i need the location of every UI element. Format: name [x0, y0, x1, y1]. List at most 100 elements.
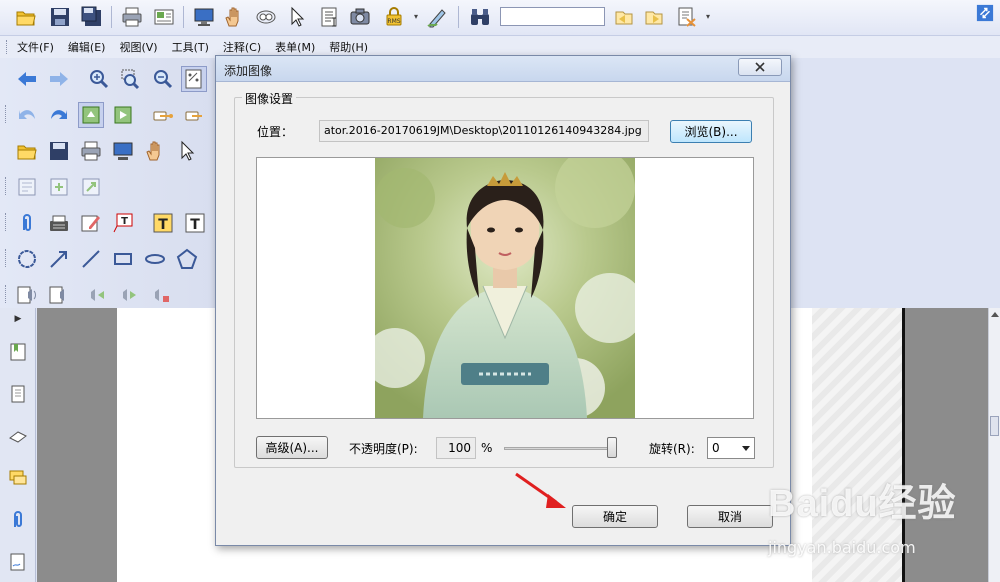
zoom-out-icon[interactable]	[150, 66, 176, 92]
polygon-icon[interactable]	[174, 246, 200, 272]
zoom-in-icon[interactable]	[86, 66, 112, 92]
first-page-icon[interactable]	[78, 102, 104, 128]
baidu-watermark: Baidu经验 jingyan.baidu.com	[768, 472, 996, 562]
back-arrow-icon[interactable]	[14, 66, 40, 92]
cancel-button[interactable]: 取消	[687, 505, 773, 528]
opacity-slider-track[interactable]	[504, 447, 617, 450]
signatures-panel-icon[interactable]	[6, 550, 30, 574]
select-arrow-icon[interactable]	[285, 5, 309, 29]
menu-help[interactable]: 帮助(H)	[329, 39, 368, 55]
print-icon[interactable]	[120, 5, 144, 29]
audio-record-icon[interactable]	[148, 282, 174, 308]
monitor-small-icon[interactable]	[110, 138, 136, 164]
open-folder-small-icon[interactable]	[14, 138, 40, 164]
menu-tools[interactable]: 工具(T)	[172, 39, 209, 55]
watermark-logo: Baidu经验	[768, 483, 957, 525]
attachment-clip-icon[interactable]	[14, 210, 40, 236]
email-icon[interactable]	[152, 5, 176, 29]
menu-view[interactable]: 视图(V)	[119, 39, 157, 55]
audio-play-icon[interactable]	[14, 282, 40, 308]
text-tool-icon[interactable]: T	[182, 210, 208, 236]
audio-previous-icon[interactable]	[84, 282, 110, 308]
svg-text:T: T	[158, 217, 168, 233]
bookmarks-panel-icon[interactable]	[6, 340, 30, 364]
camera-icon[interactable]	[348, 5, 372, 29]
link-settings-icon[interactable]	[182, 102, 208, 128]
link-icon[interactable]	[150, 102, 176, 128]
print-small-icon[interactable]	[78, 138, 104, 164]
typewriter-icon[interactable]	[46, 210, 72, 236]
hand-small-icon[interactable]	[142, 138, 168, 164]
browse-button[interactable]: 浏览(B)...	[670, 120, 752, 143]
note-pen-icon[interactable]	[78, 210, 104, 236]
find-previous-icon[interactable]	[612, 5, 636, 29]
hand-tool-icon[interactable]	[222, 5, 246, 29]
zoom-marquee-icon[interactable]	[118, 66, 144, 92]
rms-lock-icon[interactable]: RMS	[382, 5, 406, 29]
toolbar-separator	[111, 6, 112, 28]
snapshot-icon[interactable]	[254, 5, 278, 29]
location-field[interactable]: ator.2016-20170619JM\Desktop\20110126140…	[319, 120, 649, 142]
palette-row-shapes	[0, 240, 217, 276]
monitor-icon[interactable]	[192, 5, 216, 29]
watermark-url: jingyan.baidu.com	[768, 538, 916, 557]
annotation-arrow-icon	[515, 472, 566, 508]
dialog-titlebar[interactable]: 添加图像	[216, 56, 790, 82]
image-settings-label: 图像设置	[242, 90, 297, 107]
page-crop-icon[interactable]	[14, 174, 40, 200]
arrow-line-icon[interactable]	[46, 246, 72, 272]
export-document-icon[interactable]	[675, 5, 699, 29]
dialog-close-button[interactable]	[738, 58, 782, 76]
layers-panel-icon[interactable]	[6, 424, 30, 448]
line-icon[interactable]	[78, 246, 104, 272]
rms-dropdown-caret[interactable]: ▾	[414, 12, 418, 21]
close-icon	[755, 62, 765, 72]
expand-panel-icon[interactable]: ▶	[8, 312, 28, 326]
menu-forms[interactable]: 表单(M)	[275, 39, 315, 55]
find-next-icon[interactable]	[642, 5, 666, 29]
undo-icon[interactable]	[14, 102, 40, 128]
comments-panel-icon[interactable]	[6, 466, 30, 490]
save-icon[interactable]	[48, 5, 72, 29]
open-folder-icon[interactable]	[14, 5, 38, 29]
opacity-slider-thumb[interactable]	[607, 437, 617, 458]
play-icon[interactable]	[110, 102, 136, 128]
page-extract-icon[interactable]	[78, 174, 104, 200]
textbox-callout-icon[interactable]: T	[110, 210, 136, 236]
palette-row-pages	[0, 168, 217, 204]
rectangle-icon[interactable]	[110, 246, 136, 272]
image-preview	[256, 157, 754, 419]
save-as-icon[interactable]	[80, 5, 104, 29]
page-insert-icon[interactable]	[46, 174, 72, 200]
audio-stop-icon[interactable]	[46, 282, 72, 308]
menu-edit[interactable]: 编辑(E)	[68, 39, 106, 55]
ok-button[interactable]: 确定	[572, 505, 658, 528]
redo-icon[interactable]	[46, 102, 72, 128]
attachments-panel-icon[interactable]	[6, 508, 30, 532]
find-input[interactable]	[500, 7, 605, 26]
menu-comments[interactable]: 注释(C)	[223, 39, 261, 55]
save-small-icon[interactable]	[46, 138, 72, 164]
palette-row-edit	[0, 96, 217, 132]
scroll-up-arrow[interactable]	[991, 312, 999, 317]
select-small-icon[interactable]	[174, 138, 200, 164]
sign-pen-icon[interactable]	[425, 5, 449, 29]
text-tool-highlight-icon[interactable]: T	[150, 210, 176, 236]
export-dropdown-caret[interactable]: ▾	[706, 12, 710, 21]
main-toolbar: RMS ▾ ▾	[0, 0, 1000, 36]
scrollbar-thumb[interactable]	[990, 416, 999, 436]
menu-file[interactable]: 文件(F)	[17, 39, 54, 55]
polygon-circle-icon[interactable]	[14, 246, 40, 272]
restore-window-icon[interactable]	[974, 3, 996, 23]
audio-next-icon[interactable]	[116, 282, 142, 308]
pages-panel-icon[interactable]	[6, 382, 30, 406]
rotation-select[interactable]: 0	[707, 437, 755, 459]
find-binoculars-icon[interactable]	[468, 5, 492, 29]
opacity-input[interactable]: 100	[436, 437, 476, 459]
actual-size-icon[interactable]	[181, 66, 207, 92]
text-select-icon[interactable]	[318, 5, 342, 29]
advanced-button[interactable]: 高级(A)...	[256, 436, 328, 459]
forward-arrow-icon[interactable]	[46, 66, 72, 92]
ellipse-icon[interactable]	[142, 246, 168, 272]
dialog-title: 添加图像	[224, 64, 273, 78]
